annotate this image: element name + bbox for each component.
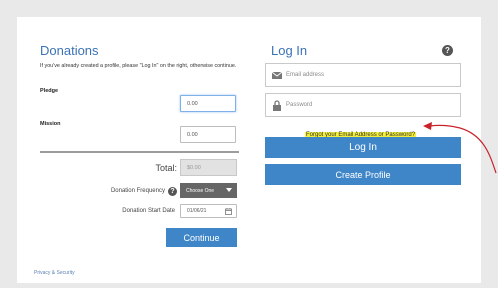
email-placeholder: Email address <box>286 72 325 78</box>
total-value: $0.00 <box>180 159 237 176</box>
password-placeholder: Password <box>286 102 313 108</box>
start-date-value: 01/06/21 <box>187 208 207 214</box>
lock-icon <box>273 100 281 111</box>
donations-title: Donations <box>40 43 99 58</box>
annotation-arrow <box>423 122 497 174</box>
login-title: Log In <box>271 43 308 58</box>
frequency-help-icon[interactable]: ? <box>168 187 177 196</box>
privacy-link[interactable]: Privacy & Security <box>34 270 75 276</box>
frequency-select-value: Choose One <box>186 187 215 194</box>
pledge-input[interactable]: 0.00 <box>180 95 236 112</box>
chevron-down-icon <box>226 188 232 192</box>
password-field[interactable]: Password <box>265 93 461 117</box>
start-date-input[interactable]: 01/06/21 <box>180 204 237 218</box>
donations-intro: If you've already created a profile, ple… <box>40 63 237 69</box>
frequency-select[interactable]: Choose One <box>180 183 237 198</box>
pledge-label: Pledge <box>40 88 59 94</box>
mission-label: Mission <box>40 121 61 127</box>
mission-input[interactable]: 0.00 <box>180 126 236 143</box>
calendar-icon[interactable] <box>225 208 232 215</box>
total-label: Total: <box>155 163 177 173</box>
page-card: Donations If you've already created a pr… <box>17 17 481 283</box>
envelope-icon <box>272 72 282 79</box>
continue-button[interactable]: Continue <box>166 228 237 247</box>
login-help-icon[interactable]: ? <box>442 45 453 56</box>
frequency-label: Donation Frequency <box>110 188 165 194</box>
total-divider <box>40 151 239 153</box>
email-field[interactable]: Email address <box>265 63 461 87</box>
start-date-label: Donation Start Date <box>122 208 175 214</box>
